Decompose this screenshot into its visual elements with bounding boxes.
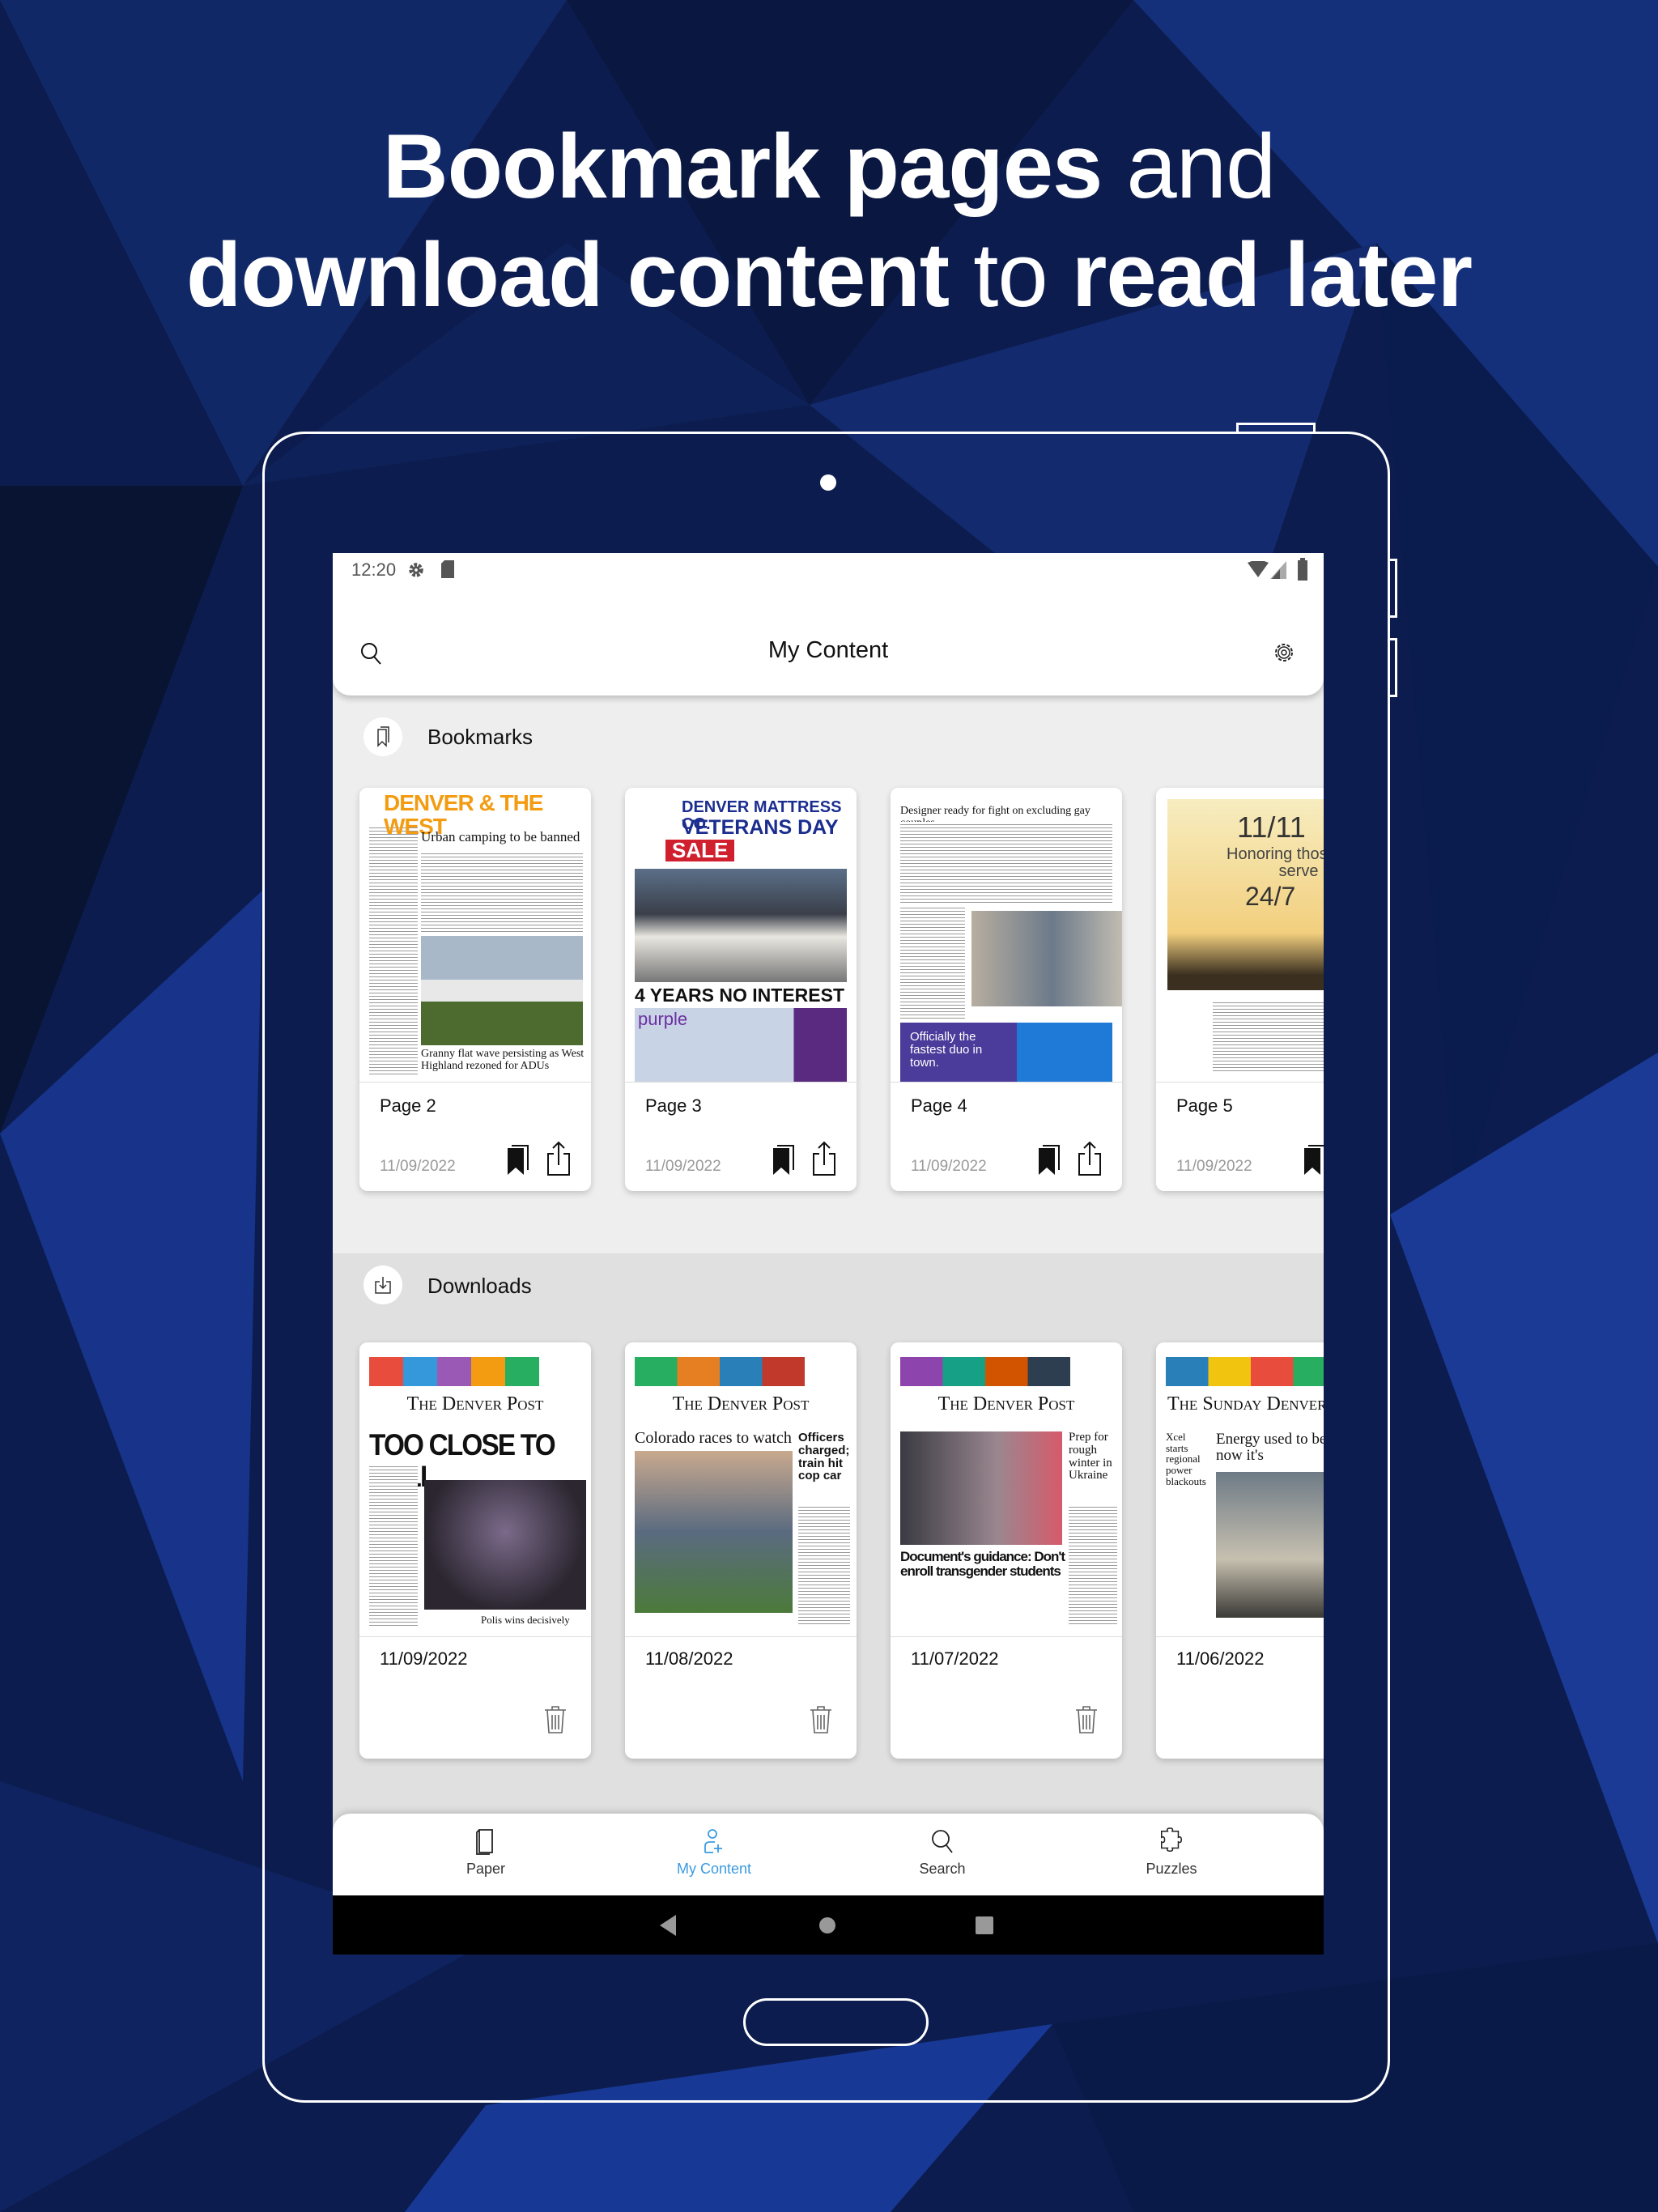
- headline-line-2: download content to read later: [185, 224, 1473, 325]
- bookmark-card[interactable]: DENVER & THE WEST Urban camping to be ba…: [359, 788, 591, 1191]
- download-card[interactable]: The Denver Post Document's guidance: Don…: [891, 1342, 1122, 1759]
- edition-thumbnail: The Denver Post Document's guidance: Don…: [891, 1342, 1122, 1637]
- back-icon[interactable]: [660, 1915, 678, 1936]
- edition-date: 11/06/2022: [1176, 1648, 1265, 1669]
- sd-card-icon: [441, 560, 454, 578]
- signal-icon: [1270, 561, 1286, 579]
- nav-paper[interactable]: Paper: [405, 1814, 567, 1895]
- edition-date: 11/08/2022: [645, 1648, 733, 1669]
- app-header: 12:20 My Content: [333, 553, 1324, 696]
- bookmark-date: 11/09/2022: [1176, 1158, 1252, 1175]
- trash-icon[interactable]: [542, 1705, 568, 1734]
- edition-thumbnail: The Denver Post TOO CLOSE TO CALL Polis …: [359, 1342, 591, 1637]
- headline-line-1: Bookmark pages and: [382, 116, 1277, 217]
- page-label: Page 3: [645, 1095, 702, 1116]
- page-thumbnail: DENVER & THE WEST Urban camping to be ba…: [359, 788, 591, 1083]
- status-time: 12:20: [351, 559, 397, 580]
- bookmark-card[interactable]: DENVER MATTRESS CO. VETERANS DAY SALE 4 …: [625, 788, 857, 1191]
- bookmark-filled-icon[interactable]: [1036, 1144, 1061, 1176]
- bookmark-filled-icon[interactable]: [505, 1144, 529, 1176]
- search-icon: [932, 1830, 953, 1853]
- newspaper-icon: [476, 1829, 493, 1855]
- nav-search[interactable]: Search: [861, 1814, 1023, 1895]
- share-icon[interactable]: [546, 1141, 572, 1176]
- page-thumbnail: Designer ready for fight on excluding ga…: [891, 788, 1122, 1083]
- edition-date: 11/07/2022: [911, 1648, 999, 1669]
- bookmark-card[interactable]: 11/11 Honoring those who serve 24/7 Page…: [1156, 788, 1324, 1191]
- page-title: My Content: [767, 637, 889, 663]
- gear-icon: [409, 563, 423, 577]
- puzzle-icon: [1161, 1827, 1182, 1852]
- bookmark-card[interactable]: Designer ready for fight on excluding ga…: [891, 788, 1122, 1191]
- nav-puzzles[interactable]: Puzzles: [1090, 1814, 1252, 1895]
- download-card[interactable]: The Denver Post TOO CLOSE TO CALL Polis …: [359, 1342, 591, 1759]
- edition-date: 11/09/2022: [380, 1648, 468, 1669]
- volume-down-button: [1389, 638, 1397, 697]
- status-bar: 12:20: [333, 553, 1324, 585]
- bottom-nav: Paper My Content Search Puzzles: [333, 1814, 1324, 1895]
- bookmarks-heading: Bookmarks: [427, 725, 534, 749]
- share-icon[interactable]: [811, 1141, 837, 1176]
- page-thumbnail: DENVER MATTRESS CO. VETERANS DAY SALE 4 …: [625, 788, 857, 1083]
- power-button: [1236, 423, 1316, 432]
- recents-icon[interactable]: [976, 1916, 993, 1934]
- page-label: Page 5: [1176, 1095, 1233, 1116]
- download-card[interactable]: The Denver Post Colorado races to watch …: [625, 1342, 857, 1759]
- bookmark-filled-icon[interactable]: [771, 1144, 795, 1176]
- camera-dot: [820, 474, 836, 491]
- bookmark-filled-icon[interactable]: [1302, 1144, 1324, 1176]
- bookmark-date: 11/09/2022: [380, 1158, 456, 1175]
- edition-thumbnail: The Sunday Denver Post Xcel starts regio…: [1156, 1342, 1324, 1637]
- home-button: [743, 1998, 929, 2046]
- nav-my-content[interactable]: My Content: [633, 1814, 795, 1895]
- system-nav-bar: [333, 1895, 1324, 1955]
- app-screen: 12:20 My Content Bookmarks DENVER & THE …: [333, 553, 1324, 1955]
- download-card[interactable]: The Sunday Denver Post Xcel starts regio…: [1156, 1342, 1324, 1759]
- wifi-icon: [1248, 561, 1269, 577]
- downloads-heading: Downloads: [427, 1274, 532, 1298]
- user-plus-icon: [704, 1829, 722, 1853]
- bookmark-date: 11/09/2022: [911, 1158, 987, 1175]
- home-icon[interactable]: [818, 1916, 836, 1934]
- share-icon[interactable]: [1077, 1141, 1103, 1176]
- settings-gear-icon[interactable]: [1272, 640, 1296, 665]
- bookmark-icon: [363, 717, 402, 756]
- edition-thumbnail: The Denver Post Colorado races to watch …: [625, 1342, 857, 1637]
- volume-up-button: [1389, 559, 1397, 618]
- trash-icon[interactable]: [808, 1705, 834, 1734]
- battery-icon: [1298, 558, 1307, 581]
- page-thumbnail: 11/11 Honoring those who serve 24/7: [1156, 788, 1324, 1083]
- bookmark-date: 11/09/2022: [645, 1158, 721, 1175]
- trash-icon[interactable]: [1073, 1705, 1099, 1734]
- page-label: Page 2: [380, 1095, 436, 1116]
- download-icon: [363, 1266, 402, 1304]
- page-label: Page 4: [911, 1095, 967, 1116]
